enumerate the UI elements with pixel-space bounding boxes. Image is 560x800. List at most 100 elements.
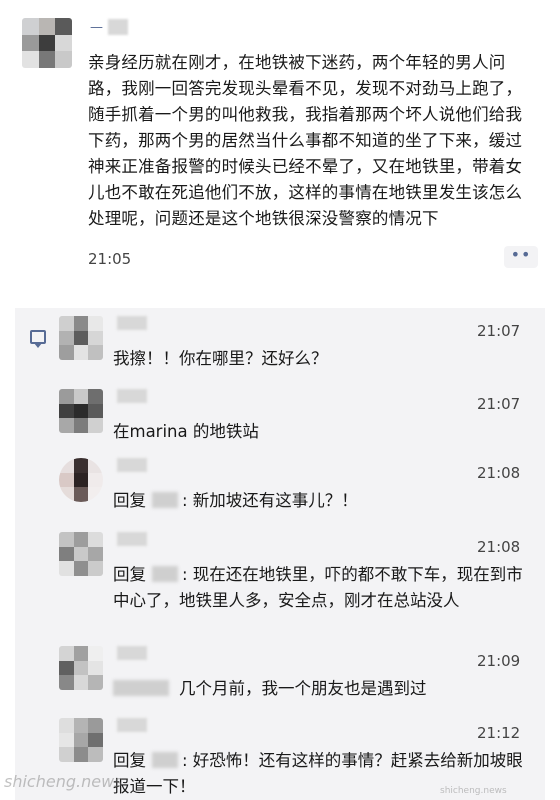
avatar-mosaic-tile: [88, 330, 103, 346]
avatar-mosaic-tile: [73, 458, 89, 473]
avatar-mosaic-tile: [88, 389, 103, 404]
comment-item[interactable]: 21:09 几个月前，我一个朋友也是遇到过: [15, 642, 545, 712]
avatar-mosaic-tile: [59, 403, 74, 419]
avatar-mosaic-tile: [73, 418, 89, 433]
poster-name-blur: [108, 19, 128, 35]
commenter-avatar[interactable]: [59, 458, 103, 502]
avatar-mosaic-tile: [73, 546, 89, 562]
commenter-name[interactable]: [117, 646, 147, 660]
avatar-mosaic-tile: [59, 330, 74, 346]
commenter-name[interactable]: [117, 532, 147, 546]
avatar-mosaic-tile: [22, 18, 39, 35]
commenter-name-blur[interactable]: [113, 680, 169, 696]
post-time: 21:05: [88, 250, 132, 268]
avatar-mosaic-tile: [55, 51, 72, 68]
avatar-mosaic-tile: [88, 718, 103, 733]
commenter-name[interactable]: [117, 389, 147, 403]
commenter-name[interactable]: [117, 316, 147, 330]
avatar-mosaic-tile: [59, 718, 74, 733]
comment-text: 我擦！！你在哪里？还好么？: [113, 349, 328, 368]
reply-label: 回复: [113, 751, 146, 770]
reply-label: 回复: [113, 491, 146, 510]
avatar-mosaic-tile: [88, 747, 103, 762]
avatar-mosaic-tile: [38, 51, 56, 68]
reply-target-blur[interactable]: [152, 492, 178, 508]
comment-time: 21:08: [477, 464, 521, 482]
avatar-mosaic-tile: [59, 472, 74, 488]
avatar-mosaic-tile: [59, 458, 74, 473]
reply-target-blur[interactable]: [152, 566, 178, 582]
comment-item[interactable]: 21:07 我擦！！你在哪里？还好么？: [15, 312, 545, 374]
avatar-mosaic-tile: [88, 418, 103, 433]
avatar-mosaic-tile: [88, 532, 103, 547]
avatar-mosaic-tile: [59, 675, 74, 690]
commenter-avatar[interactable]: [59, 718, 103, 762]
avatar-mosaic-tile: [73, 389, 89, 404]
avatar-mosaic-tile: [88, 546, 103, 562]
comment-time: 21:09: [477, 652, 521, 670]
avatar-mosaic-tile: [88, 732, 103, 748]
post-text: 亲身经历就在刚才，在地铁被下迷药，两个年轻的男人问路，我刚一回答完发现头晕看不见…: [88, 53, 523, 228]
comment-body: : 新加坡还有这事儿？！: [182, 491, 358, 510]
commenter-name[interactable]: [117, 718, 147, 732]
avatar-mosaic-tile: [88, 458, 103, 473]
avatar-mosaic-tile: [88, 675, 103, 690]
avatar-mosaic-tile: [38, 34, 56, 52]
comment-text: 在marina 的地铁站: [113, 422, 259, 441]
avatar-mosaic-tile: [88, 345, 103, 360]
poster-name[interactable]: —: [90, 20, 103, 35]
avatar-mosaic-tile: [88, 403, 103, 419]
avatar-mosaic-tile: [59, 732, 74, 748]
comment-time: 21:12: [477, 724, 521, 742]
avatar-mosaic-tile: [88, 472, 103, 488]
avatar-mosaic-tile: [88, 646, 103, 661]
avatar-mosaic-tile: [59, 747, 74, 762]
commenter-avatar[interactable]: [59, 389, 103, 433]
reply-target-blur[interactable]: [152, 752, 178, 768]
comment-time: 21:07: [477, 322, 521, 340]
commenter-avatar[interactable]: [59, 646, 103, 690]
avatar-mosaic-tile: [73, 646, 89, 661]
comment-text: 回复 : 新加坡还有这事儿？！: [113, 488, 533, 514]
avatar-mosaic-tile: [73, 345, 89, 360]
avatar-mosaic-tile: [55, 18, 72, 35]
avatar-mosaic-tile: [88, 316, 103, 331]
avatar-mosaic-tile: [73, 487, 89, 502]
avatar-mosaic-tile: [73, 660, 89, 676]
commenter-avatar[interactable]: [59, 316, 103, 360]
avatar-mosaic-tile: [73, 330, 89, 346]
comment-time: 21:08: [477, 538, 521, 556]
watermark: shicheng.news: [4, 772, 123, 791]
avatar-mosaic-tile: [88, 561, 103, 576]
comment-text: 几个月前，我一个朋友也是遇到过: [113, 676, 533, 702]
avatar-mosaic-tile: [88, 660, 103, 676]
avatar-mosaic-tile: [59, 389, 74, 404]
avatar-mosaic-tile: [73, 472, 89, 488]
avatar-mosaic-tile: [88, 487, 103, 502]
comment-text: 回复: 现在还在地铁里，吓的都不敢下车，现在到市中心了，地铁里人多，安全点，刚才…: [113, 562, 533, 614]
moment-post: — 亲身经历就在刚才，在地铁被下迷药，两个年轻的男人问路，我刚一回答完发现头晕看…: [0, 0, 560, 300]
comment-time: 21:07: [477, 395, 521, 413]
avatar-mosaic-tile: [59, 532, 74, 547]
comment-body: 几个月前，我一个朋友也是遇到过: [179, 679, 427, 698]
more-options-button[interactable]: ••: [504, 246, 538, 268]
reply-label: 回复: [113, 565, 146, 584]
commenter-name[interactable]: [117, 458, 147, 472]
avatar-mosaic-tile: [73, 732, 89, 748]
avatar-mosaic-tile: [73, 675, 89, 690]
avatar-mosaic-tile: [73, 316, 89, 331]
avatar-mosaic-tile: [73, 532, 89, 547]
avatar-mosaic-tile: [59, 646, 74, 661]
commenter-avatar[interactable]: [59, 532, 103, 576]
comment-item[interactable]: 21:07 在marina 的地铁站: [15, 385, 545, 447]
comment-item[interactable]: 21:08 回复 : 新加坡还有这事儿？！: [15, 454, 545, 524]
avatar-mosaic-tile: [73, 561, 89, 576]
comment-item[interactable]: 21:08 回复: 现在还在地铁里，吓的都不敢下车，现在到市中心了，地铁里人多，…: [15, 528, 545, 638]
poster-avatar[interactable]: [22, 18, 72, 68]
avatar-mosaic-tile: [73, 403, 89, 419]
avatar-mosaic-tile: [55, 34, 72, 52]
watermark-small: shicheng.news: [440, 786, 507, 796]
avatar-mosaic-tile: [59, 418, 74, 433]
avatar-mosaic-tile: [38, 18, 56, 35]
avatar-mosaic-tile: [59, 487, 74, 502]
